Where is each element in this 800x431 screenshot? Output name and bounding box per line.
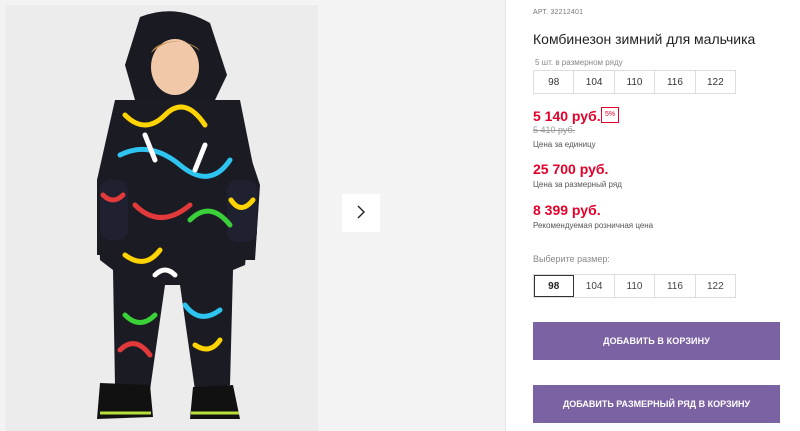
size-picker-label: Выберите размер: (533, 254, 610, 264)
series-price: 25 700 руб. (533, 161, 609, 177)
size-option-122[interactable]: 122 (695, 275, 736, 297)
size-option-104[interactable]: 104 (574, 275, 615, 297)
old-price: 5 410 руб. (533, 125, 576, 135)
sku-value: 32212401 (550, 9, 584, 16)
sku: АРТ. 32212401 (533, 9, 583, 16)
series-size: 110 (615, 71, 656, 93)
series-sizes: 98 104 110 116 122 (533, 70, 736, 94)
series-price-caption: Цена за размерный ряд (533, 180, 622, 189)
retail-price-caption: Рекомендуемая розничная цена (533, 221, 654, 230)
size-option-116[interactable]: 116 (655, 275, 696, 297)
current-price: 5 140 руб. (533, 108, 601, 124)
series-note: 5 шт. в размерном ряду (535, 58, 623, 67)
product-gallery (0, 0, 505, 431)
gallery-next-button[interactable] (342, 194, 380, 232)
size-picker: 98 104 110 116 122 (533, 274, 736, 298)
unit-price-caption: Цена за единицу (533, 140, 596, 149)
size-option-98[interactable]: 98 (534, 275, 575, 297)
series-size: 122 (706, 76, 724, 88)
product-title: Комбинезон зимний для мальчика (533, 31, 756, 47)
add-series-to-cart-button[interactable]: ДОБАВИТЬ РАЗМЕРНЫЙ РЯД В КОРЗИНУ (533, 385, 780, 423)
series-size: 98 (534, 71, 575, 93)
add-to-cart-button[interactable]: ДОБАВИТЬ В КОРЗИНУ (533, 322, 780, 360)
retail-price: 8 399 руб. (533, 202, 601, 218)
product-photo (5, 5, 318, 431)
discount-badge: 5% (601, 107, 620, 123)
divider (505, 0, 506, 431)
size-option-110[interactable]: 110 (614, 275, 656, 297)
chevron-right-icon (354, 205, 368, 222)
series-size: 104 (574, 71, 615, 93)
sku-label: АРТ. (533, 9, 549, 16)
series-size: 116 (655, 71, 696, 93)
